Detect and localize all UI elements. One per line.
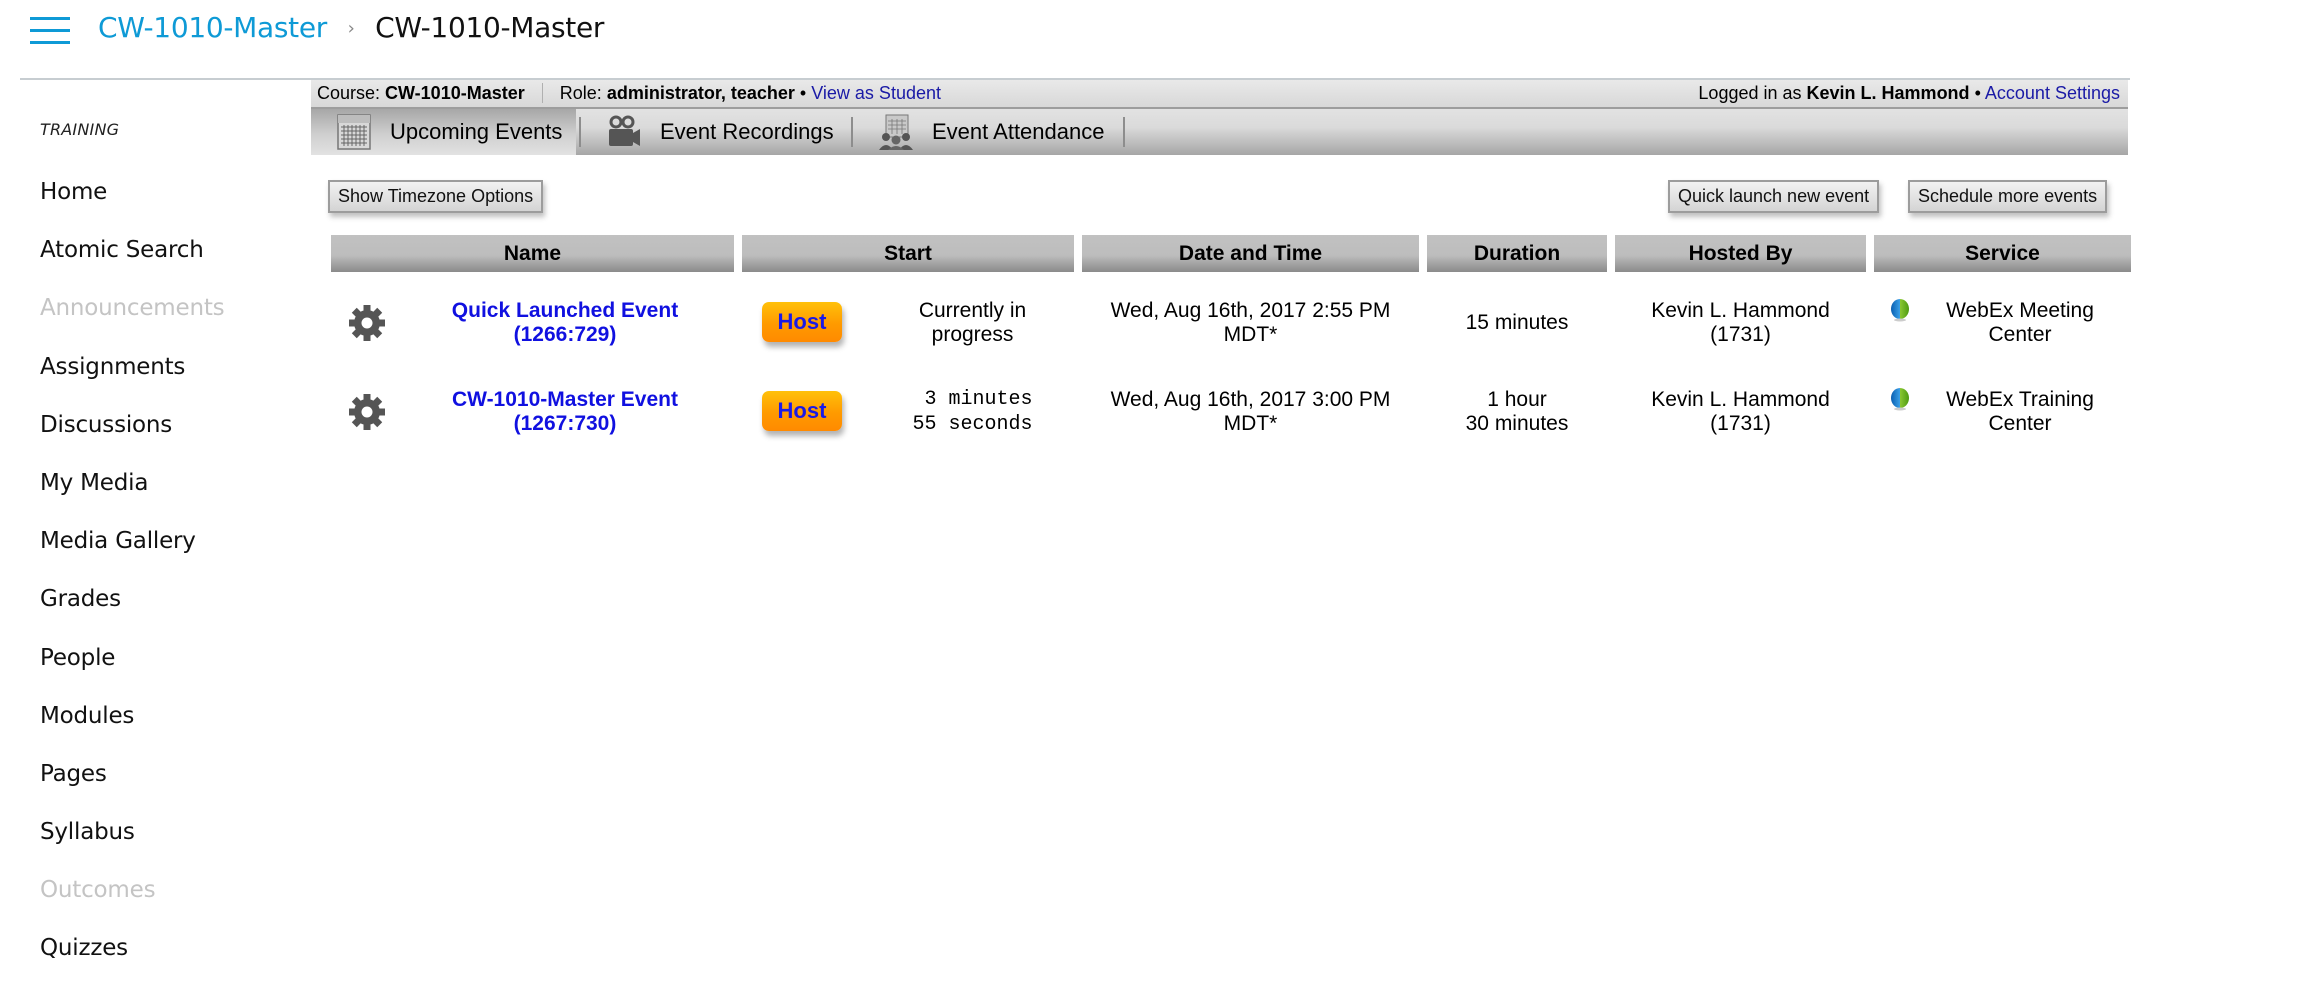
column-header-service[interactable]: Service bbox=[1874, 235, 2131, 272]
nav-item-outcomes[interactable]: Outcomes bbox=[40, 868, 224, 926]
chevron-right-icon: › bbox=[347, 18, 355, 39]
breadcrumb-current: CW-1010-Master bbox=[375, 11, 605, 44]
nav-item-my-media[interactable]: My Media bbox=[40, 461, 224, 519]
table-row: Quick Launched Event (1266:729) Host Curr… bbox=[0, 293, 2302, 353]
service-cell: WebEx Training Center bbox=[1946, 388, 2094, 435]
host-button[interactable]: Host bbox=[762, 391, 842, 431]
tab-divider bbox=[851, 117, 853, 147]
event-name-cell: CW-1010-Master Event (1267:730) bbox=[420, 382, 710, 442]
nav-item-atomic-search[interactable]: Atomic Search bbox=[40, 228, 224, 286]
column-header-hosted-by[interactable]: Hosted By bbox=[1615, 235, 1866, 272]
countdown-value: 3 minutes 55 seconds bbox=[912, 388, 1033, 436]
nav-item-modules[interactable]: Modules bbox=[40, 694, 224, 752]
divider bbox=[541, 83, 543, 103]
account-settings-link[interactable]: Account Settings bbox=[1985, 83, 2120, 103]
calendar-icon bbox=[337, 114, 371, 150]
start-cell: 3 minutes 55 seconds bbox=[880, 382, 1065, 442]
attendance-icon bbox=[879, 114, 913, 150]
column-header-duration[interactable]: Duration bbox=[1427, 235, 1607, 272]
hosted-by-cell: Kevin L. Hammond (1731) bbox=[1651, 299, 1830, 346]
event-name-link[interactable]: CW-1010-Master Event (1267:730) bbox=[452, 388, 678, 436]
role-label: Role: bbox=[559, 83, 602, 103]
schedule-more-events-button[interactable]: Schedule more events bbox=[1908, 180, 2108, 213]
event-name-cell: Quick Launched Event (1266:729) bbox=[420, 293, 710, 353]
nav-item-syllabus[interactable]: Syllabus bbox=[40, 810, 224, 868]
nav-item-pages[interactable]: Pages bbox=[40, 752, 224, 810]
show-timezone-options-button[interactable]: Show Timezone Options bbox=[328, 180, 544, 213]
role-value: administrator, teacher bbox=[606, 83, 795, 103]
breadcrumb-course-link[interactable]: CW-1010-Master bbox=[98, 11, 327, 44]
duration-cell: 15 minutes bbox=[1465, 311, 1569, 334]
tab-label: Upcoming Events bbox=[390, 119, 563, 144]
course-label: Course: bbox=[317, 83, 381, 103]
tab-label: Event Recordings bbox=[660, 119, 834, 144]
nav-item-media-gallery[interactable]: Media Gallery bbox=[40, 519, 224, 577]
nav-section-label: TRAINING bbox=[40, 120, 120, 139]
logged-in-label: Logged in as bbox=[1698, 83, 1802, 103]
tab-event-attendance[interactable]: Event Attendance bbox=[878, 109, 1104, 155]
bullet: • bbox=[1974, 83, 1981, 103]
hamburger-icon[interactable] bbox=[30, 17, 70, 45]
view-as-student-link[interactable]: View as Student bbox=[811, 83, 941, 103]
nav-item-grades[interactable]: Grades bbox=[40, 577, 224, 635]
course-info-bar: Course: CW-1010-Master Role: administrat… bbox=[311, 80, 2128, 109]
video-camera-icon bbox=[609, 115, 640, 146]
table-row: CW-1010-Master Event (1267:730) Host 3 mi… bbox=[0, 382, 2302, 442]
nav-item-home[interactable]: Home bbox=[40, 170, 224, 228]
tab-event-recordings[interactable]: Event Recordings bbox=[606, 109, 834, 155]
nav-item-quizzes[interactable]: Quizzes bbox=[40, 926, 224, 984]
column-header-name[interactable]: Name bbox=[331, 235, 734, 272]
breadcrumb: CW-1010-Master › CW-1010-Master bbox=[98, 8, 604, 49]
start-cell: Currently in progress bbox=[880, 293, 1065, 353]
tab-upcoming-events[interactable]: Upcoming Events bbox=[311, 109, 576, 155]
duration-cell: 1 hour 30 minutes bbox=[1465, 388, 1569, 435]
tab-label: Event Attendance bbox=[932, 119, 1105, 144]
tab-bar: Upcoming Events Event Recordings Event A… bbox=[311, 109, 2128, 155]
nav-item-people[interactable]: People bbox=[40, 636, 224, 694]
date-time-cell: Wed, Aug 16th, 2017 2:55 PM MDT* bbox=[1110, 299, 1391, 346]
webex-globe-icon bbox=[1891, 388, 1909, 411]
start-value: Currently in progress bbox=[918, 299, 1027, 346]
bullet: • bbox=[799, 83, 807, 103]
date-time-cell: Wed, Aug 16th, 2017 3:00 PM MDT* bbox=[1110, 388, 1391, 435]
event-name-link[interactable]: Quick Launched Event (1266:729) bbox=[452, 299, 678, 347]
gear-icon[interactable] bbox=[347, 392, 387, 432]
gear-icon[interactable] bbox=[347, 303, 387, 343]
column-header-date-and-time[interactable]: Date and Time bbox=[1082, 235, 1419, 272]
webex-globe-icon bbox=[1891, 299, 1909, 322]
service-cell: WebEx Meeting Center bbox=[1946, 299, 2094, 346]
tab-divider bbox=[579, 117, 581, 147]
host-button[interactable]: Host bbox=[762, 302, 842, 342]
hosted-by-cell: Kevin L. Hammond (1731) bbox=[1651, 388, 1830, 435]
column-header-start[interactable]: Start bbox=[742, 235, 1074, 272]
user-name: Kevin L. Hammond bbox=[1806, 83, 1970, 103]
tab-divider bbox=[1123, 117, 1125, 147]
course-value: CW-1010-Master bbox=[385, 83, 525, 103]
quick-launch-event-button[interactable]: Quick launch new event bbox=[1668, 180, 1880, 213]
